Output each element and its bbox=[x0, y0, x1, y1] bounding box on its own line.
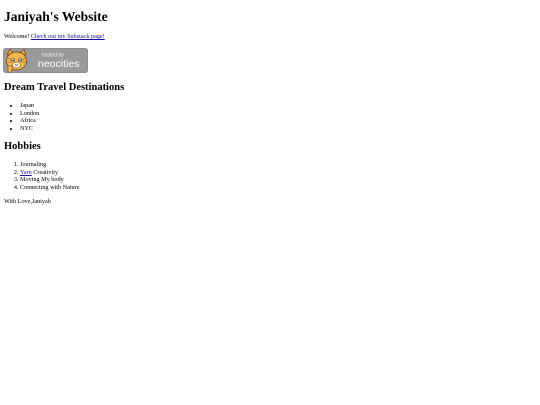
list-item: Connecting with Nature bbox=[20, 184, 79, 192]
list-item: Moving My body bbox=[20, 176, 79, 184]
hobbies-heading: Hobbies bbox=[4, 141, 41, 152]
page-title: Janiyah's Website bbox=[4, 9, 108, 24]
travel-heading: Dream Travel Destinations bbox=[4, 82, 125, 93]
yarn-link[interactable]: Yarn bbox=[20, 169, 32, 176]
neocities-cat-logo-icon: hosted by neocities bbox=[3, 48, 88, 73]
hobby-text: Creativity bbox=[33, 168, 59, 176]
hobby-text: Journaling bbox=[20, 161, 47, 168]
list-item: NYC bbox=[20, 125, 39, 133]
badge-brand-text: neocities bbox=[38, 58, 79, 70]
hobby-text: Moving My body bbox=[20, 176, 64, 183]
welcome-text: Welcome! bbox=[4, 33, 30, 40]
list-item: Journaling bbox=[20, 161, 79, 169]
list-item: Japan bbox=[20, 102, 39, 110]
substack-link[interactable]: Check out my Substack page! bbox=[31, 33, 105, 40]
list-item: London bbox=[20, 110, 39, 118]
neocities-badge[interactable]: hosted by neocities bbox=[3, 48, 88, 73]
list-item: Yarn Creativity bbox=[20, 169, 79, 177]
hobby-text: Connecting with Nature bbox=[20, 183, 80, 191]
hobbies-list: Journaling Yarn Creativity Moving My bod… bbox=[4, 161, 79, 191]
travel-list: Japan London Africa NYC bbox=[4, 102, 39, 132]
welcome-line: Welcome! Check out my Substack page! bbox=[4, 33, 105, 41]
list-item: Africa bbox=[20, 117, 39, 125]
signoff-text: With Love,Janiyah bbox=[4, 198, 51, 205]
